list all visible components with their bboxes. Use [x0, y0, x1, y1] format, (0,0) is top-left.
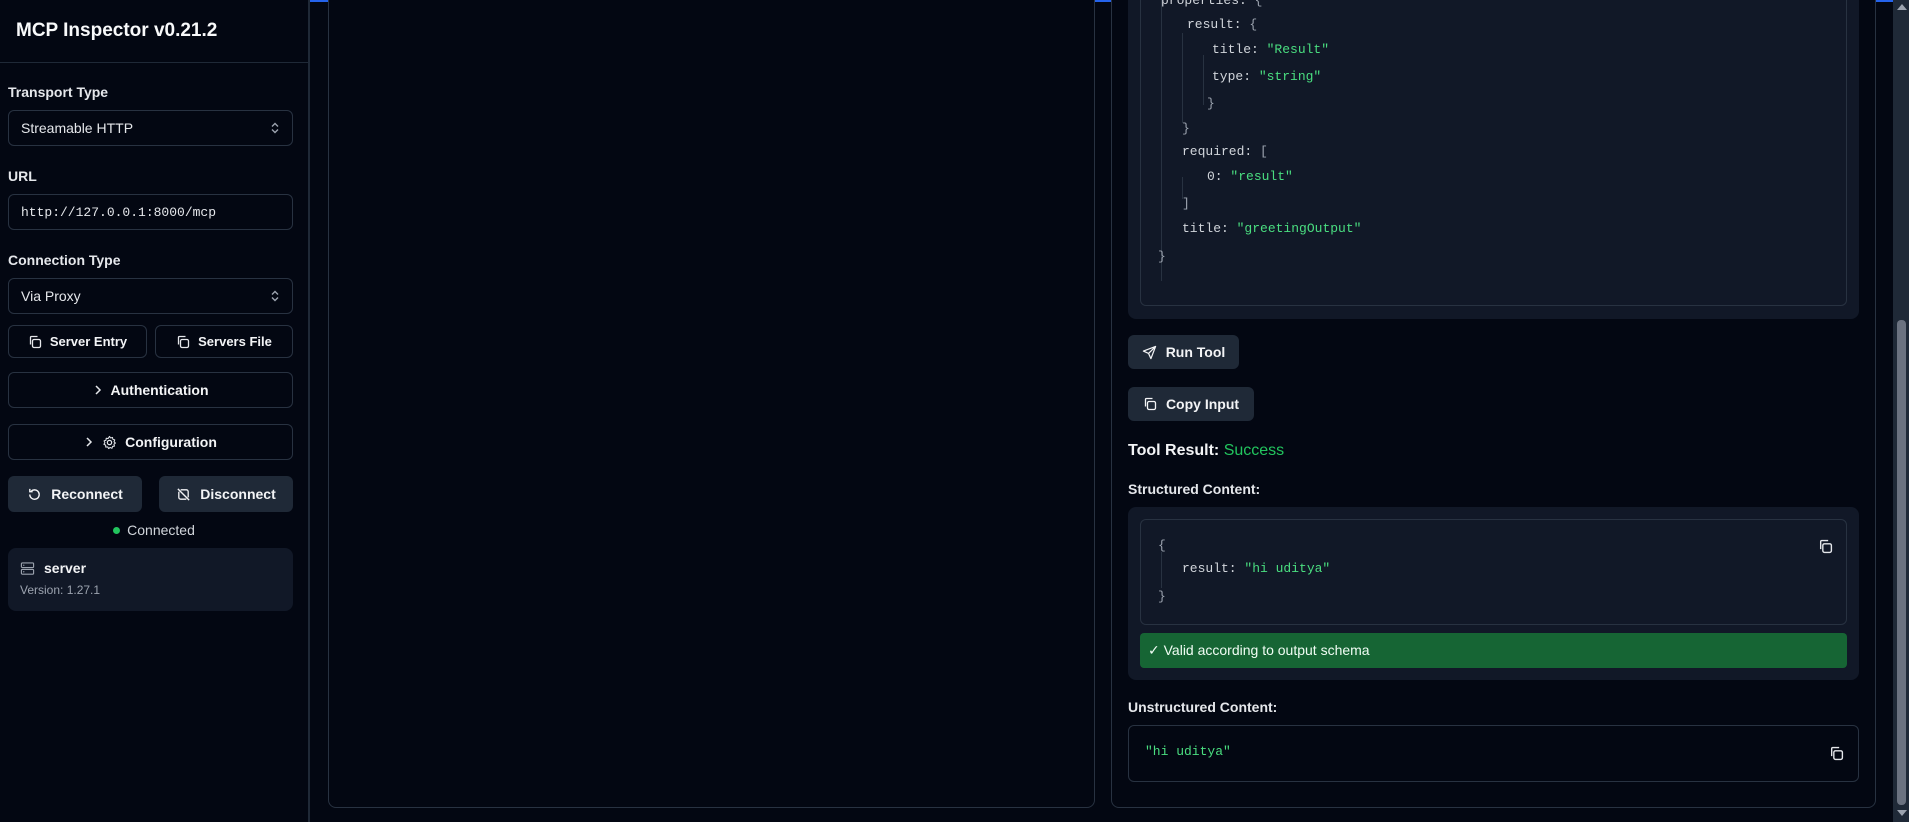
scroll-up-arrow-icon[interactable]	[1897, 4, 1907, 10]
send-icon	[1142, 345, 1157, 360]
chevrons-up-down-icon	[270, 290, 280, 302]
json-key: required:	[1182, 144, 1253, 159]
sidebar: MCP Inspector v0.21.2 Transport Type Str…	[0, 0, 310, 822]
server-entry-button[interactable]: Server Entry	[8, 325, 147, 358]
json-key: type:	[1212, 69, 1252, 84]
json-string: "greetingOutput"	[1236, 221, 1362, 236]
app-title: MCP Inspector v0.21.2	[16, 20, 218, 41]
servers-file-label: Servers File	[198, 334, 272, 349]
json-key: result:	[1182, 561, 1237, 576]
schema-validation-badge: ✓ Valid according to output schema	[1140, 633, 1847, 668]
url-value: http://127.0.0.1:8000/mcp	[21, 204, 217, 220]
chevron-right-icon	[93, 384, 103, 396]
transport-type-value: Streamable HTTP	[21, 120, 134, 136]
json-key: properties:	[1161, 0, 1247, 8]
tools-list-panel	[328, 0, 1095, 808]
server-name: server	[44, 560, 87, 576]
status-text: Connected	[127, 522, 195, 538]
connection-type-select[interactable]: Via Proxy	[8, 278, 293, 314]
transport-type-label: Transport Type	[8, 84, 109, 100]
server-info-card: server Version: 1.27.1	[8, 548, 293, 611]
structured-content-label: Structured Content:	[1128, 481, 1261, 497]
url-input[interactable]: http://127.0.0.1:8000/mcp	[8, 194, 293, 230]
status-dot	[113, 526, 121, 534]
rotate-ccw-icon	[27, 487, 42, 502]
run-tool-label: Run Tool	[1165, 344, 1226, 360]
chevrons-up-down-icon	[270, 122, 280, 134]
server-version: Version: 1.27.1	[20, 583, 101, 597]
output-schema-json: properties: { result: { title: "Result" …	[1140, 0, 1847, 306]
json-string: "string"	[1258, 69, 1322, 84]
connection-status: Connected	[8, 522, 300, 538]
scrollbar-thumb[interactable]	[1897, 320, 1906, 805]
run-tool-button[interactable]: Run Tool	[1128, 335, 1239, 369]
copy-icon	[28, 335, 42, 349]
scroll-down-arrow-icon[interactable]	[1897, 810, 1907, 816]
authentication-toggle[interactable]: Authentication	[8, 372, 293, 408]
connection-type-label: Connection Type	[8, 252, 121, 268]
json-string: "result"	[1230, 169, 1293, 184]
disconnect-button[interactable]: Disconnect	[159, 476, 293, 512]
chevron-right-icon	[84, 436, 94, 448]
server-entry-label: Server Entry	[49, 334, 128, 349]
copy-input-button[interactable]: Copy Input	[1128, 387, 1254, 421]
structured-content-json: { result: "hi uditya" }	[1140, 519, 1847, 625]
json-string: "Result"	[1266, 42, 1330, 57]
copy-icon	[1829, 746, 1844, 761]
json-key: 0:	[1207, 169, 1223, 184]
copy-icon	[1818, 539, 1833, 554]
unstructured-content-box: "hi uditya"	[1128, 725, 1859, 782]
reconnect-button[interactable]: Reconnect	[8, 476, 142, 512]
server-icon	[20, 561, 35, 576]
copy-structured-button[interactable]	[1815, 536, 1835, 556]
unplug-icon	[176, 487, 191, 502]
transport-type-select[interactable]: Streamable HTTP	[8, 110, 293, 146]
tool-result-label: Tool Result:	[1128, 442, 1220, 459]
configuration-toggle[interactable]: Configuration	[8, 424, 293, 460]
copy-icon	[1143, 397, 1157, 411]
gear-icon	[102, 435, 117, 450]
url-label: URL	[8, 168, 37, 184]
servers-file-button[interactable]: Servers File	[155, 325, 293, 358]
json-key: title:	[1182, 221, 1229, 236]
copy-input-label: Copy Input	[1165, 396, 1240, 412]
connection-type-value: Via Proxy	[21, 288, 81, 304]
configuration-label: Configuration	[125, 434, 217, 450]
unstructured-content-label: Unstructured Content:	[1128, 699, 1278, 715]
reconnect-label: Reconnect	[51, 486, 123, 502]
disconnect-label: Disconnect	[200, 486, 276, 502]
copy-unstructured-button[interactable]	[1826, 743, 1846, 763]
authentication-label: Authentication	[110, 382, 209, 398]
json-string: "hi uditya"	[1244, 561, 1331, 576]
sidebar-header: MCP Inspector v0.21.2	[0, 0, 308, 63]
tool-result-status: Success	[1223, 442, 1285, 459]
json-key: title:	[1212, 42, 1259, 57]
json-key: result:	[1187, 17, 1242, 32]
tool-result-heading: Tool Result: Success	[1128, 442, 1284, 460]
unstructured-value: "hi uditya"	[1145, 744, 1231, 759]
copy-icon	[176, 335, 190, 349]
